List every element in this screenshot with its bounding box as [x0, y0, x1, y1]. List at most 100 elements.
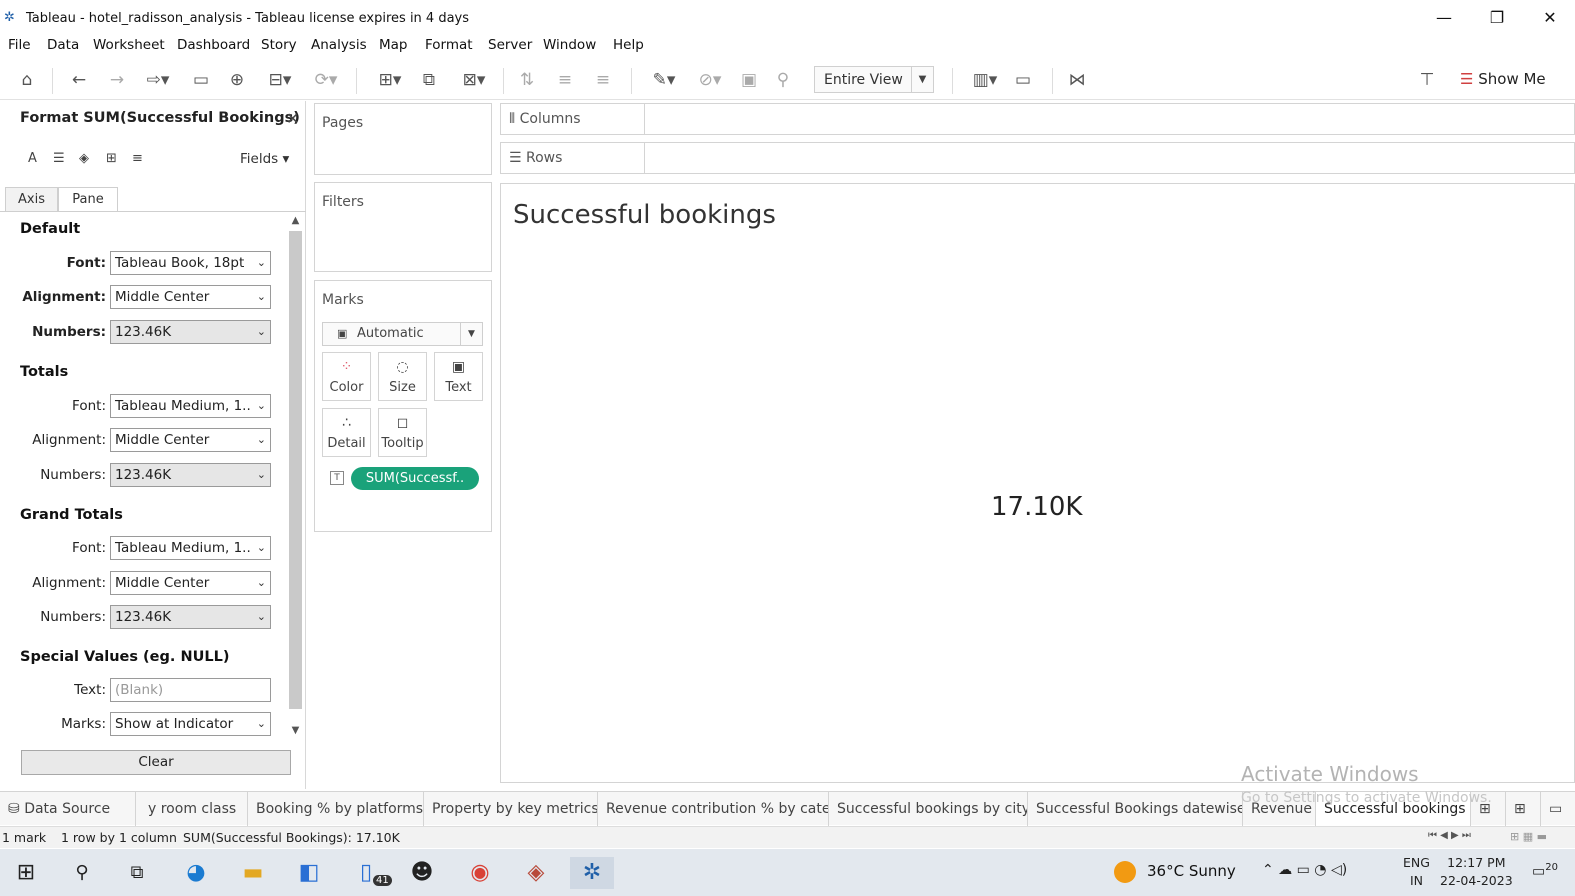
new-story-tab-icon[interactable]: ▭ [1543, 792, 1575, 826]
clock[interactable]: 12:17 PM 22-04-2023 [1440, 854, 1513, 890]
show-cards-icon[interactable]: ▥▾ [963, 68, 1007, 92]
text-mark-value[interactable]: 17.10K [991, 492, 1082, 522]
duplicate-icon[interactable]: ⧉ [416, 68, 442, 92]
file-explorer-icon[interactable]: ▬ [233, 857, 273, 889]
menu-window[interactable]: Window [543, 37, 596, 53]
start-icon[interactable]: ⊞ [6, 857, 46, 889]
sheet-tab[interactable]: Property by key metrics [424, 792, 598, 826]
fields-dropdown[interactable]: Fields ▾ [240, 151, 289, 167]
new-datasource-icon[interactable]: ⊕ [224, 68, 250, 92]
scroll-down-icon[interactable]: ▼ [289, 725, 302, 736]
menu-story[interactable]: Story [261, 37, 297, 53]
menu-file[interactable]: File [8, 37, 31, 53]
menu-format[interactable]: Format [425, 37, 473, 53]
scroll-up-icon[interactable]: ▲ [289, 215, 302, 226]
sort-ascending-icon[interactable]: ≡ [552, 68, 578, 92]
special-marks-select[interactable]: Show at Indicator ⌄ [110, 712, 271, 736]
menu-analysis[interactable]: Analysis [311, 37, 367, 53]
size-button[interactable]: ◌ Size [378, 352, 427, 401]
totals-numbers-select[interactable]: 123.46K ⌄ [110, 463, 271, 487]
clear-sheet-icon[interactable]: ⊠▾ [452, 68, 496, 92]
columns-shelf[interactable]: ⦀ Columns [500, 103, 1575, 135]
sheet-tab[interactable]: Successful Bookings datewise [1028, 792, 1243, 826]
clear-button[interactable]: Clear [21, 750, 291, 775]
language-indicator[interactable]: ENG IN [1403, 854, 1430, 890]
detail-button[interactable]: ∴ Detail [322, 408, 371, 457]
sheet-tab[interactable]: Successful bookings by city [829, 792, 1028, 826]
default-numbers-select[interactable]: 123.46K ⌄ [110, 320, 271, 344]
color-button[interactable]: ⁘ Color [322, 352, 371, 401]
scrollbar-thumb[interactable] [289, 231, 302, 709]
labels-icon[interactable]: ▣ [736, 68, 762, 92]
close-icon[interactable]: ✕ [286, 109, 299, 128]
task-view-icon[interactable]: ⧉ [117, 857, 157, 889]
close-window-button[interactable]: ✕ [1530, 6, 1570, 30]
undo-icon[interactable]: ← [66, 68, 92, 92]
tableau-taskbar-icon[interactable]: ✲ [570, 857, 614, 889]
search-icon[interactable]: ⚲ [62, 857, 102, 889]
presentation-icon[interactable]: ▭ [1010, 68, 1036, 92]
fit-dropdown[interactable]: Entire View ▼ [814, 66, 934, 93]
replay-icon[interactable]: ⇨▾ [138, 68, 178, 92]
format-pane-scrollbar[interactable]: ▲ ▼ [287, 213, 304, 741]
home-icon[interactable]: ⌂ [14, 68, 40, 92]
system-tray[interactable]: ⌃ ☁ ▭ ◔ ◁) [1262, 862, 1347, 878]
redo-icon[interactable]: → [104, 68, 130, 92]
app-icon[interactable]: ◈ [516, 857, 556, 889]
filters-card[interactable]: Filters [314, 182, 492, 272]
rows-shelf[interactable]: ☰ Rows [500, 142, 1575, 174]
sheet-tab[interactable]: Booking % by platforms [248, 792, 424, 826]
save-icon[interactable]: ▭ [188, 68, 214, 92]
text-button[interactable]: ▣ Text [434, 352, 483, 401]
tooltip-button[interactable]: ◻ Tooltip [378, 408, 427, 457]
view-canvas[interactable]: Successful bookings 17.10K [500, 183, 1575, 783]
app-cat-icon[interactable]: ☻ [402, 857, 442, 889]
group-icon[interactable]: ⊘▾ [688, 68, 732, 92]
pause-updates-icon[interactable]: ⊟▾ [258, 68, 302, 92]
tab-axis[interactable]: Axis [5, 187, 58, 212]
refresh-icon[interactable]: ⟳▾ [304, 68, 348, 92]
mark-type-dropdown[interactable]: ▣ Automatic ▼ [322, 322, 483, 346]
notification-center-icon[interactable]: ▭20 [1532, 862, 1558, 880]
menu-worksheet[interactable]: Worksheet [93, 37, 165, 53]
grand-totals-font-select[interactable]: Tableau Medium, 1.. ⌄ [110, 536, 271, 560]
menu-server[interactable]: Server [488, 37, 532, 53]
pin-icon[interactable]: ⚲ [770, 68, 796, 92]
alignment-icon[interactable]: ☰ [53, 151, 65, 166]
tab-pane[interactable]: Pane [58, 187, 118, 212]
view-title[interactable]: Successful bookings [513, 200, 776, 230]
store-icon[interactable]: ◧ [289, 857, 329, 889]
borders-icon[interactable]: ⊞ [106, 151, 117, 166]
swap-icon[interactable]: ⇅ [514, 68, 540, 92]
edge-icon[interactable]: ◕ [176, 857, 216, 889]
share-icon[interactable]: ⋈ [1064, 68, 1090, 92]
shading-icon[interactable]: ◈ [79, 151, 89, 166]
highlight-icon[interactable]: ✎▾ [644, 68, 684, 92]
sheet-sorter-icon[interactable]: ⊞ ▦ ▬ [1510, 830, 1547, 843]
sheet-tab[interactable]: Revenue contribution % by cate... [598, 792, 829, 826]
default-alignment-select[interactable]: Middle Center ⌄ [110, 285, 271, 309]
grand-totals-numbers-select[interactable]: 123.46K ⌄ [110, 605, 271, 629]
menu-map[interactable]: Map [379, 37, 408, 53]
format-painter-icon[interactable]: ⊤ [1414, 68, 1440, 92]
show-me-button[interactable]: ☰ Show Me [1460, 70, 1546, 88]
lines-icon[interactable]: ≡ [132, 151, 143, 166]
sort-descending-icon[interactable]: ≡ [590, 68, 616, 92]
totals-alignment-select[interactable]: Middle Center ⌄ [110, 428, 271, 452]
totals-font-select[interactable]: Tableau Medium, 1.. ⌄ [110, 394, 271, 418]
restore-button[interactable]: ❐ [1477, 6, 1517, 30]
default-font-select[interactable]: Tableau Book, 18pt ⌄ [110, 251, 271, 275]
menu-help[interactable]: Help [613, 37, 644, 53]
menu-data[interactable]: Data [47, 37, 79, 53]
data-source-tab[interactable]: ⛁ Data Source [0, 792, 136, 826]
new-worksheet-icon[interactable]: ⊞▾ [368, 68, 412, 92]
new-dashboard-tab-icon[interactable]: ⊞ [1508, 792, 1541, 826]
sheet-tab[interactable]: y room class [136, 792, 248, 826]
pages-card[interactable]: Pages [314, 103, 492, 175]
chrome-icon[interactable]: ◉ [460, 857, 500, 889]
weather-widget[interactable]: 36°C Sunny [1147, 862, 1236, 880]
minimize-button[interactable]: — [1424, 6, 1464, 30]
special-text-input[interactable]: (Blank) [110, 678, 271, 702]
font-icon[interactable]: A [28, 151, 37, 166]
grand-totals-alignment-select[interactable]: Middle Center ⌄ [110, 571, 271, 595]
